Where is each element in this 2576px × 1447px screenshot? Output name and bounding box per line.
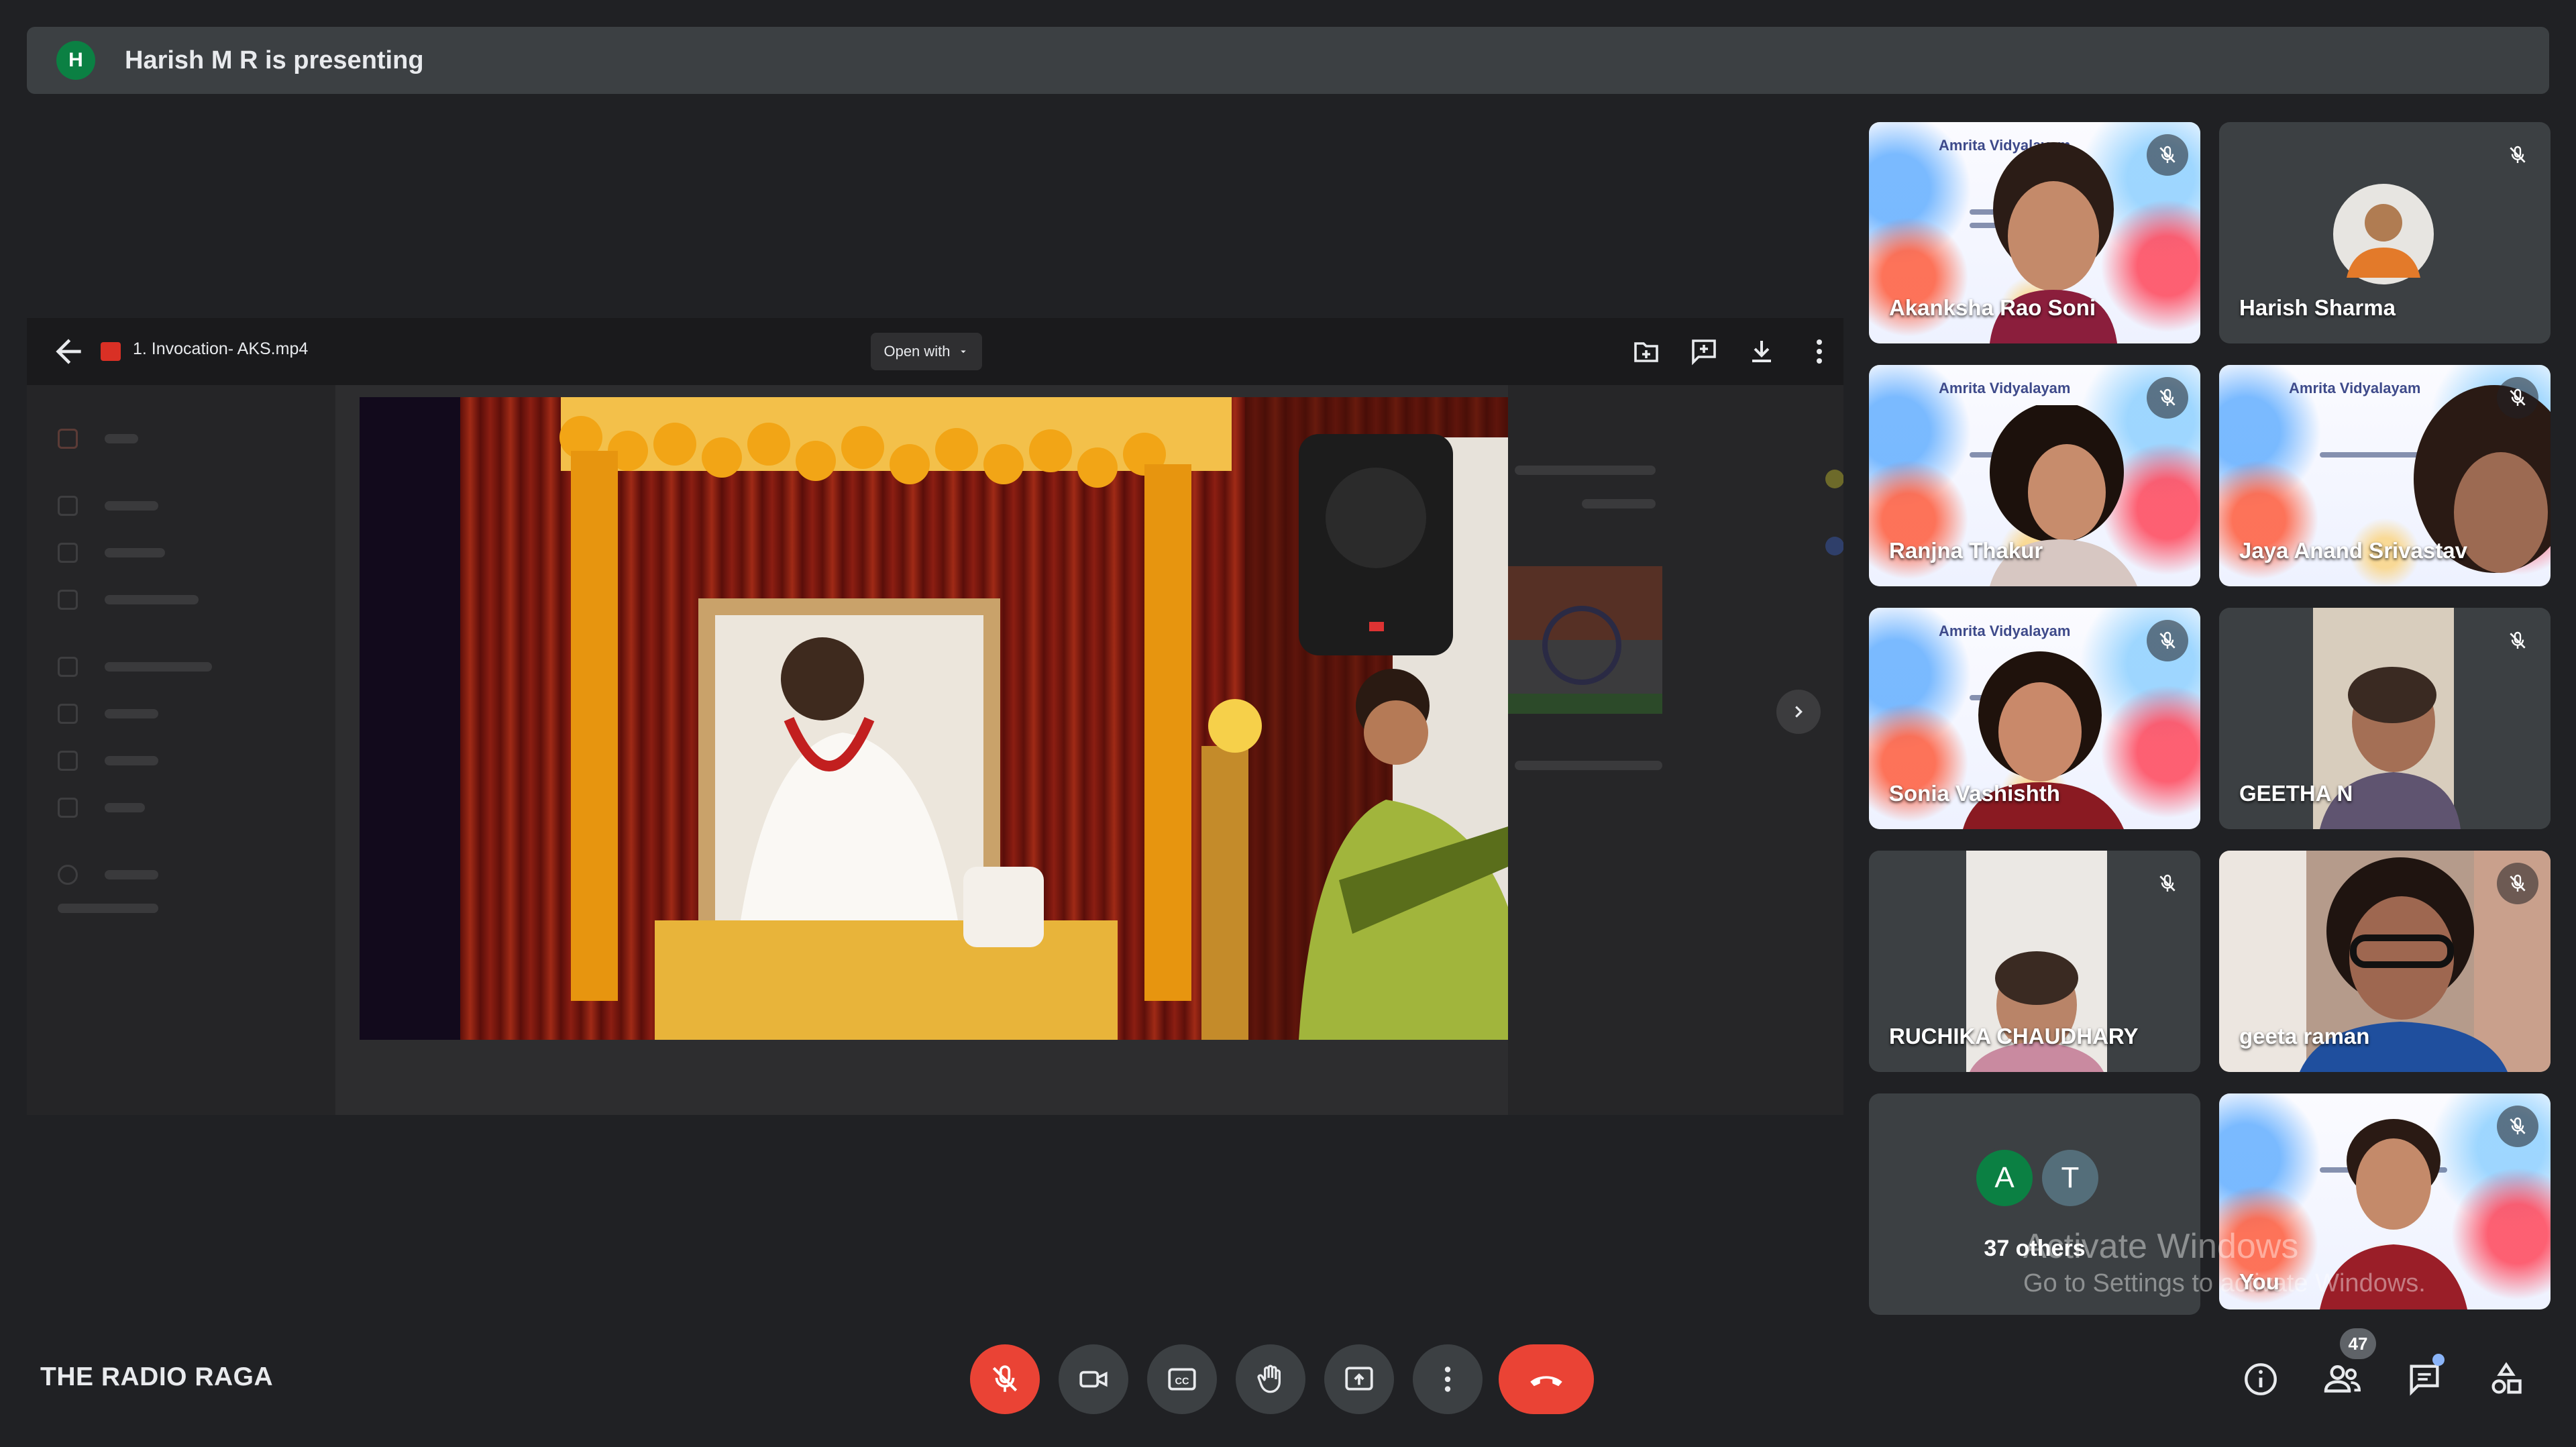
raise-hand-button[interactable] [1236, 1344, 1305, 1414]
meeting-details-button[interactable] [2237, 1355, 2285, 1403]
meeting-name: THE RADIO RAGA [40, 1362, 274, 1391]
presenting-banner: H Harish M R is presenting [27, 27, 2549, 94]
participant-name: Sonia Vashishth [1889, 781, 2060, 806]
leave-call-button[interactable] [1499, 1344, 1594, 1414]
drive-detail-pane-dimmed [1508, 385, 1843, 1115]
open-with-button[interactable]: Open with [871, 333, 982, 370]
mic-off-icon [2510, 874, 2526, 892]
participant-name: RUCHIKA CHAUDHARY [1889, 1024, 2139, 1049]
mic-off-icon [2159, 388, 2176, 406]
poster-title: Amrita Vidyalayam [1939, 623, 2071, 639]
muted-indicator [2497, 1106, 2538, 1147]
add-to-drive-icon[interactable] [1630, 335, 1662, 368]
dropdown-icon [960, 350, 966, 354]
captions-button[interactable]: CC [1147, 1344, 1217, 1414]
mic-off-icon [2510, 1117, 2526, 1134]
microphone-toggle-button[interactable] [970, 1344, 1040, 1414]
mic-off-icon [2159, 874, 2176, 892]
others-avatar: T [2039, 1147, 2101, 1209]
muted-indicator [2497, 134, 2538, 176]
back-arrow-icon[interactable] [50, 333, 87, 370]
mic-off-icon [2159, 631, 2176, 649]
people-count-badge: 47 [2340, 1328, 2376, 1359]
hang-up-icon [1530, 1376, 1562, 1387]
participant-tile[interactable]: Amrita Vidyalayam Akanksha Rao Soni [1869, 122, 2200, 343]
participant-tile[interactable]: GEETHA N [2219, 608, 2551, 829]
closed-captions-icon: CC [1168, 1368, 1196, 1391]
participant-name: Harish Sharma [2239, 295, 2396, 320]
participant-avatar-photo [2333, 184, 2434, 284]
participant-tile[interactable]: RUCHIKA CHAUDHARY [1869, 851, 2200, 1072]
presenting-text: Harish M R is presenting [125, 46, 424, 74]
camera-toggle-button[interactable] [1059, 1344, 1128, 1414]
video-frame [360, 397, 1508, 1040]
watermark-title: Activate Windows [2023, 1227, 2299, 1266]
video-file-icon [101, 342, 121, 361]
windows-activation-watermark: Activate Windows Go to Settings to activ… [2023, 1226, 2426, 1298]
info-icon [2245, 1363, 2277, 1395]
muted-indicator [2497, 620, 2538, 661]
shared-screen[interactable]: 1. Invocation- AKS.mp4 Open with [27, 318, 1843, 1115]
video-scene [360, 397, 1508, 1040]
mic-off-icon [2510, 146, 2526, 163]
mic-off-icon [2159, 146, 2176, 163]
more-options-button[interactable] [1413, 1344, 1483, 1414]
next-file-button[interactable] [1776, 690, 1821, 734]
viewer-toolbar: 1. Invocation- AKS.mp4 Open with [27, 318, 1843, 385]
raise-hand-icon [1257, 1364, 1281, 1393]
muted-indicator [2147, 620, 2188, 661]
muted-indicator [2147, 134, 2188, 176]
present-now-icon [1345, 1366, 1373, 1391]
participant-name: geeta raman [2239, 1024, 2370, 1049]
participant-tile[interactable]: Amrita Vidyalayam Jaya Anand Srivastav [2219, 365, 2551, 586]
add-comment-icon[interactable] [1688, 335, 1720, 368]
mic-off-icon [2510, 631, 2526, 649]
muted-indicator [2147, 377, 2188, 419]
presenter-avatar: H [56, 41, 95, 80]
open-with-label: Open with [883, 343, 951, 360]
chevron-right-icon [1795, 706, 1803, 718]
activities-shapes-icon [2491, 1362, 2522, 1394]
participant-name: Jaya Anand Srivastav [2239, 538, 2467, 563]
file-name: 1. Invocation- AKS.mp4 [133, 339, 309, 358]
activities-button[interactable] [2482, 1355, 2530, 1403]
mic-off-icon [2510, 388, 2526, 406]
meet-window: H Harish M R is presenting 1. Invocation… [0, 0, 2576, 1447]
people-button[interactable] [2318, 1355, 2367, 1403]
others-avatars: A T [1974, 1147, 2101, 1209]
participant-tile[interactable]: Amrita Vidyalayam Sonia Vashishth [1869, 608, 2200, 829]
chat-unread-dot [2432, 1354, 2445, 1366]
others-avatar: A [1974, 1147, 2035, 1209]
mic-off-icon [992, 1365, 1018, 1392]
people-icon [2324, 1365, 2361, 1393]
present-screen-button[interactable] [1324, 1344, 1394, 1414]
video-camera-icon [1079, 1371, 1108, 1388]
svg-text:CC: CC [1175, 1376, 1189, 1387]
more-options-icon[interactable] [1803, 335, 1835, 368]
muted-indicator [2497, 377, 2538, 419]
watermark-subtitle: Go to Settings to activate Windows. [2023, 1269, 2426, 1297]
download-icon[interactable] [1746, 335, 1778, 368]
participant-tile[interactable]: geeta raman [2219, 851, 2551, 1072]
drive-sidebar-dimmed [27, 385, 335, 1115]
more-vert-icon [1444, 1366, 1451, 1392]
participant-name: Akanksha Rao Soni [1889, 295, 2096, 320]
poster-title: Amrita Vidyalayam [1939, 380, 2071, 396]
muted-indicator [2147, 863, 2188, 904]
participant-tile[interactable]: Harish Sharma [2219, 122, 2551, 343]
muted-indicator [2497, 863, 2538, 904]
participant-name: Ranjna Thakur [1889, 538, 2043, 563]
participant-name: GEETHA N [2239, 781, 2353, 806]
participant-tile[interactable]: Amrita Vidyalayam Ranjna Thakur [1869, 365, 2200, 586]
